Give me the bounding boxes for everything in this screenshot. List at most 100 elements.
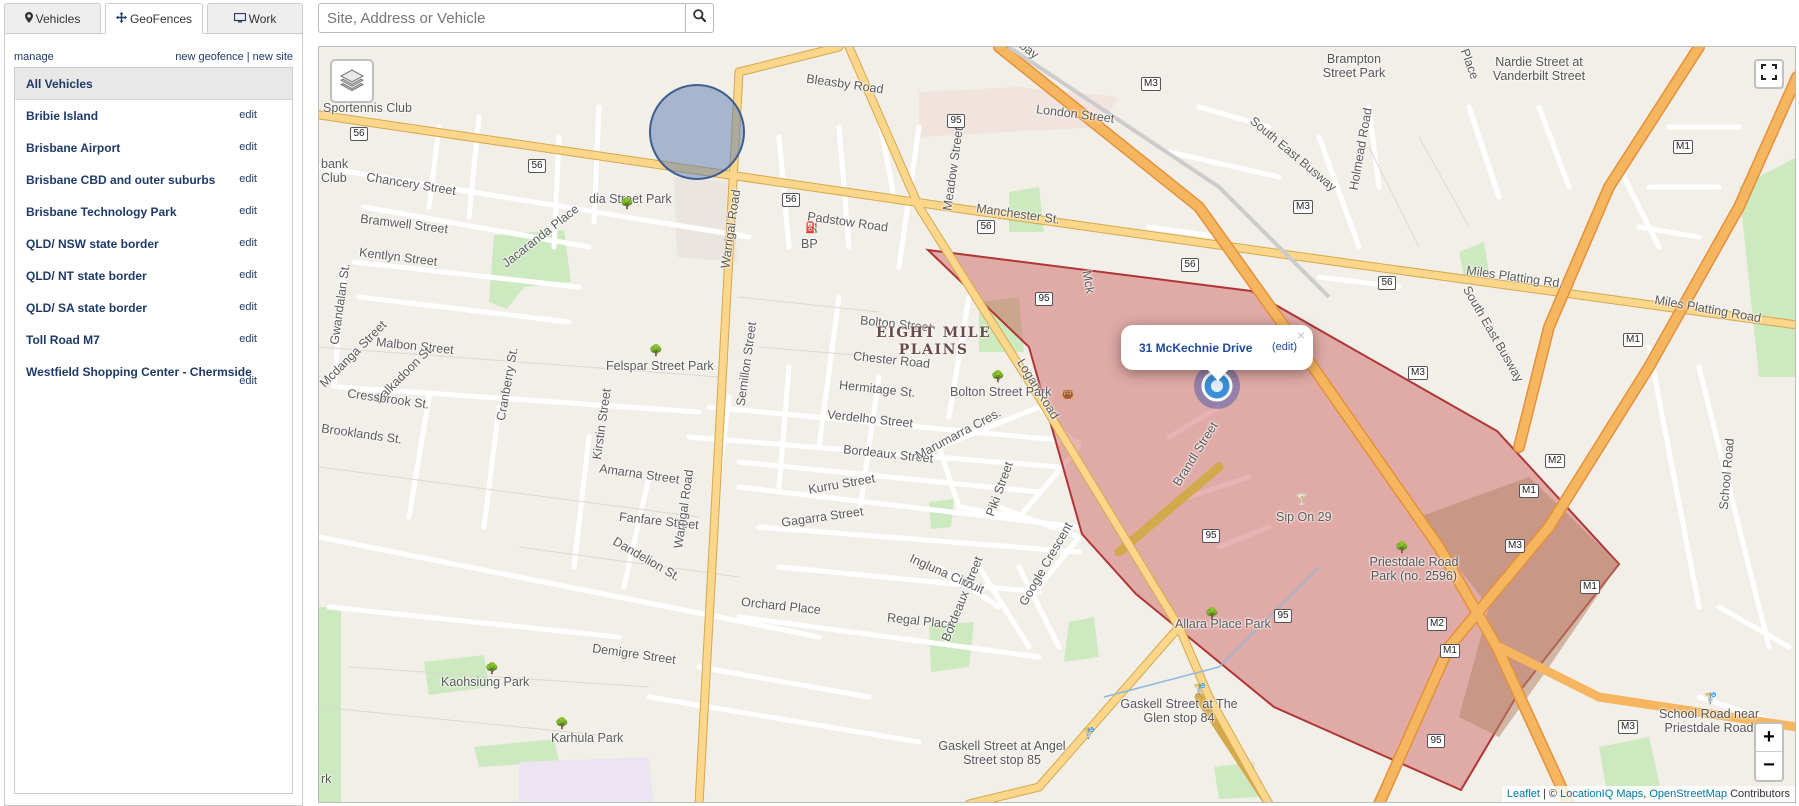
geofence-name: QLD/ SA state border	[26, 301, 147, 315]
road-shield: M1	[1440, 644, 1460, 658]
road-shield: M3	[1293, 200, 1313, 214]
edit-link[interactable]: edit	[239, 373, 257, 389]
place-label: School Road near Priestdale Road	[1658, 707, 1760, 735]
tab-vehicles[interactable]: Vehicles	[4, 3, 101, 34]
geofences-panel: manage new geofence | new site All Vehicle…	[4, 33, 303, 806]
list-item[interactable]: QLD/ NT state border edit	[15, 260, 292, 292]
zoom-in-button[interactable]: +	[1756, 724, 1782, 752]
road-shield: 56	[977, 220, 995, 234]
suburb-line-2: PLAINS	[898, 342, 969, 358]
tree-icon: 🌳	[485, 663, 499, 675]
edit-link[interactable]: edit	[239, 228, 257, 258]
tab-work[interactable]: Work	[207, 3, 303, 34]
edit-link[interactable]: edit	[239, 100, 257, 130]
edit-link[interactable]: edit	[239, 132, 257, 162]
suburb-line-1: EIGHT MILE	[876, 325, 992, 341]
osm-link[interactable]: OpenStreetMap	[1649, 788, 1727, 800]
tree-icon: 🌳	[991, 371, 1005, 383]
attribution-contributors: Contributors	[1727, 788, 1790, 800]
place-label: rk	[321, 772, 332, 786]
popup-title-link[interactable]: 31 McKechnie Drive	[1139, 341, 1252, 355]
new-geofence-link[interactable]: new geofence	[175, 51, 244, 63]
road-shield: 56	[782, 193, 800, 207]
list-item[interactable]: Brisbane Airport edit	[15, 132, 292, 164]
list-item-all-vehicles[interactable]: All Vehicles	[15, 68, 292, 100]
locationiq-link[interactable]: LocationIQ Maps	[1560, 788, 1643, 800]
map-attribution: Leaflet | © LocationIQ Maps, OpenStreetM…	[1501, 786, 1795, 802]
tree-icon: 🌳	[1395, 542, 1409, 554]
place-label: Nardie Street at Vanderbilt Street	[1492, 55, 1586, 83]
edit-link[interactable]: edit	[239, 164, 257, 194]
geofence-name: Brisbane Technology Park	[26, 205, 177, 219]
edit-link[interactable]: edit	[239, 196, 257, 226]
place-label: Felspar Street Park	[606, 359, 714, 373]
road-shield: M1	[1519, 484, 1539, 498]
bus-stop-icon: 🚏	[1082, 728, 1096, 740]
zoom-out-button[interactable]: −	[1756, 752, 1782, 780]
link-separator: |	[246, 51, 250, 63]
tab-work-label: Work	[248, 12, 277, 26]
layers-icon	[339, 66, 365, 97]
geofence-name: Toll Road M7	[26, 333, 100, 347]
place-label: Bolton Street Park	[950, 385, 1052, 399]
list-item[interactable]: Brisbane CBD and outer suburbs edit	[15, 164, 292, 196]
road-shield: 95	[1274, 609, 1292, 623]
road-shield: M3	[1408, 366, 1428, 380]
road-shield: 56	[1181, 258, 1199, 272]
road-shield: M3	[1505, 539, 1525, 553]
monitor-icon	[233, 5, 246, 35]
place-label: Brampton Street Park	[1322, 52, 1386, 80]
new-site-link[interactable]: new site	[253, 51, 293, 63]
place-label: Sportennis Club	[323, 101, 412, 115]
vehicle-popup: 31 McKechnie Drive (edit) ×	[1121, 325, 1313, 381]
edit-link[interactable]: edit	[239, 324, 257, 354]
road-shield: 95	[947, 114, 965, 128]
road-shield: 95	[1035, 292, 1053, 306]
place-label: Allara Place Park	[1175, 617, 1271, 631]
tree-icon: 🌳	[1205, 608, 1219, 620]
bus-stop-icon: 🚏	[1193, 684, 1207, 696]
list-item[interactable]: Brisbane Technology Park edit	[15, 196, 292, 228]
list-item[interactable]: QLD/ NSW state border edit	[15, 228, 292, 260]
layers-control[interactable]	[330, 59, 374, 103]
search-input[interactable]	[318, 3, 686, 33]
bag-icon: 👜	[1061, 388, 1075, 400]
manage-link[interactable]: manage	[14, 51, 54, 63]
road-shield: M1	[1673, 140, 1693, 154]
geofence-list: All Vehicles Bribie Island edit Brisbane …	[14, 67, 293, 794]
close-icon[interactable]: ×	[1297, 327, 1305, 343]
map[interactable]: Bleasby Road London Street Padstow Road …	[318, 46, 1796, 803]
leaflet-link[interactable]: Leaflet	[1507, 788, 1540, 800]
fullscreen-button[interactable]	[1754, 59, 1784, 89]
road-shield: 56	[350, 127, 368, 141]
road-shield: M2	[1545, 454, 1565, 468]
list-item[interactable]: Westfield Shopping Center - Chermside edi…	[15, 356, 292, 400]
tab-vehicles-label: Vehicles	[35, 12, 81, 26]
list-item[interactable]: Toll Road M7 edit	[15, 324, 292, 356]
road-shield: M3	[1141, 77, 1161, 91]
road-shield: M3	[1618, 720, 1638, 734]
search-button[interactable]	[685, 3, 714, 33]
geofence-name: Brisbane Airport	[26, 141, 121, 155]
list-item[interactable]: QLD/ SA state border edit	[15, 292, 292, 324]
place-label: Priestdale Road Park (no. 2596)	[1369, 555, 1459, 583]
geofence-name: QLD/ NSW state border	[26, 237, 159, 251]
tree-icon: 🌳	[649, 345, 663, 357]
geofence-name: Brisbane CBD and outer suburbs	[26, 173, 216, 187]
left-panel: Vehicles GeoFences Work manage new geofe…	[4, 3, 303, 806]
road-shield: 95	[1202, 529, 1220, 543]
geofence-name: QLD/ NT state border	[26, 269, 147, 283]
edit-link[interactable]: edit	[239, 260, 257, 290]
road-shield: M2	[1427, 617, 1447, 631]
panel-right-links: new geofence | new site	[175, 51, 293, 63]
edit-link[interactable]: edit	[239, 292, 257, 322]
road-shield: M1	[1623, 333, 1643, 347]
tab-geofences[interactable]: GeoFences	[105, 3, 203, 34]
road-shield: M1	[1580, 580, 1600, 594]
popup-edit-link[interactable]: (edit)	[1272, 341, 1297, 353]
zoom-control: + −	[1754, 722, 1784, 782]
place-label: BP	[801, 237, 818, 251]
list-item[interactable]: Bribie Island edit	[15, 100, 292, 132]
road-shield: 56	[1378, 276, 1396, 290]
geofence-name: Westfield Shopping Center - Chermside	[26, 365, 252, 379]
